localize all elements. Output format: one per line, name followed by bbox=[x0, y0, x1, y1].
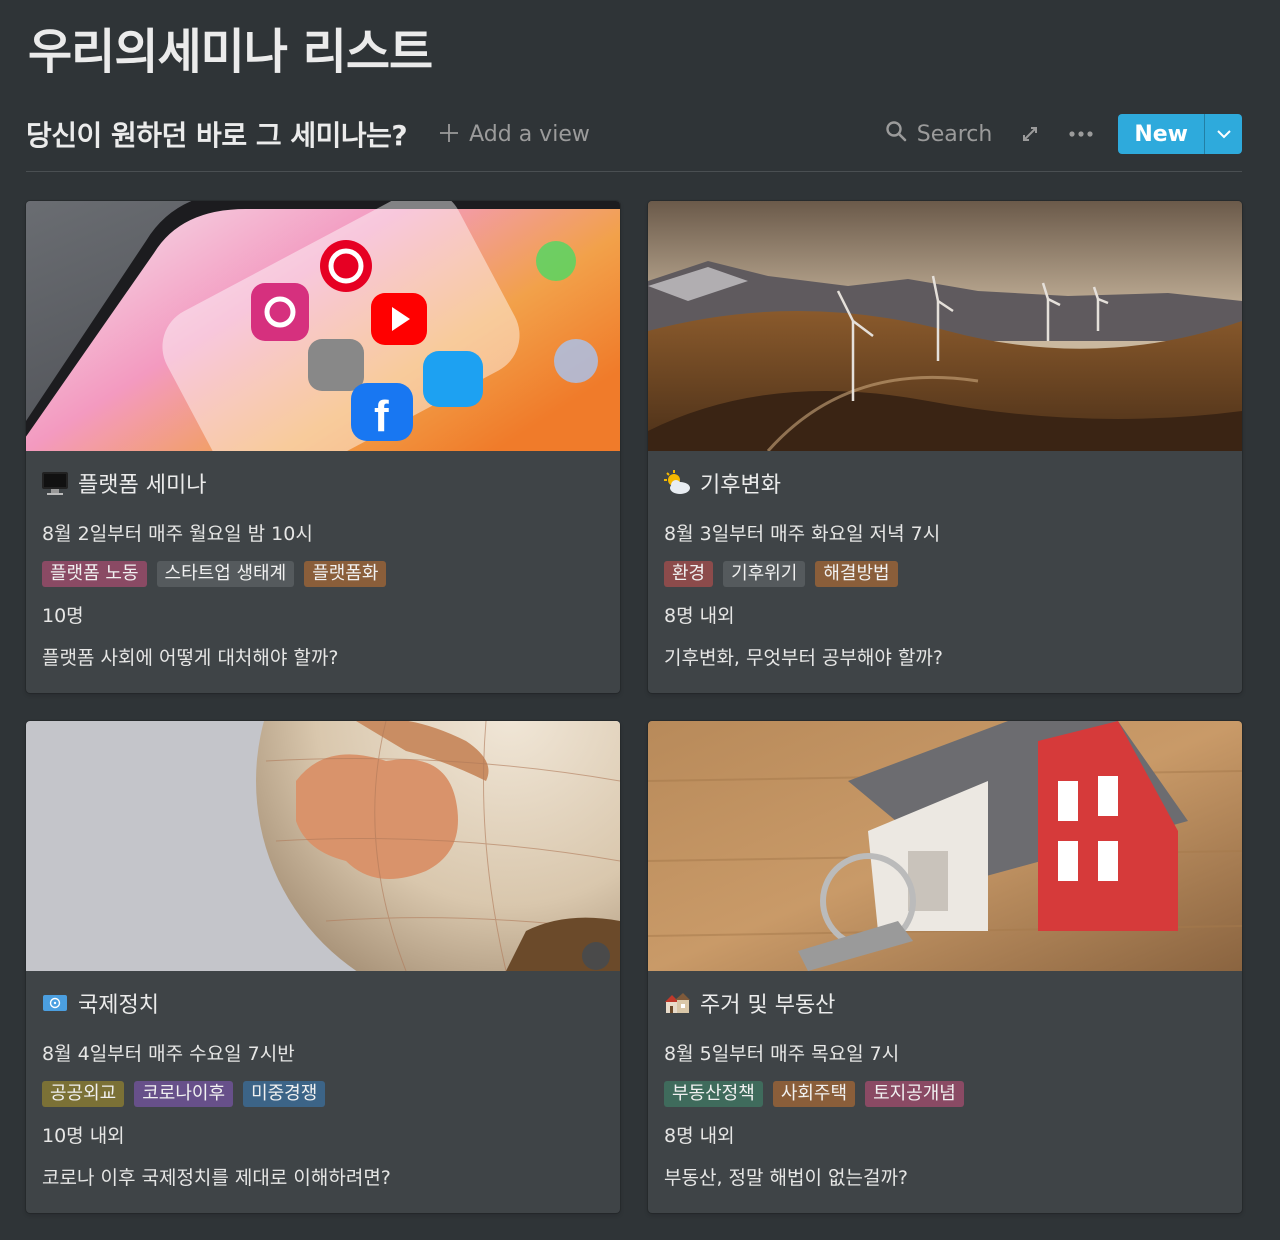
view-title[interactable]: 당신이 원하던 바로 그 세미나는? bbox=[26, 114, 408, 154]
plus-icon bbox=[439, 120, 459, 148]
search-label: Search bbox=[916, 121, 993, 147]
tag: 기후위기 bbox=[723, 561, 806, 587]
tag: 부동산정책 bbox=[664, 1081, 763, 1107]
card-schedule: 8월 3일부터 매주 화요일 저녁 7시 bbox=[664, 523, 941, 545]
card-question: 플랫폼 사회에 어떻게 대처해야 할까? bbox=[42, 647, 339, 669]
card-title[interactable]: 국제정치 bbox=[40, 987, 159, 1019]
card-question: 부동산, 정말 해법이 없는걸까? bbox=[664, 1167, 909, 1189]
tag: 플랫폼 노동 bbox=[42, 561, 147, 587]
card-tags: 플랫폼 노동 스타트업 생태계 플랫폼화 bbox=[42, 561, 387, 587]
tag: 스타트업 생태계 bbox=[156, 561, 295, 587]
card-cover-image bbox=[648, 721, 1242, 971]
gallery-card[interactable]: 주거 및 부동산 8월 5일부터 매주 목요일 7시 부동산정책 사회주택 토지… bbox=[648, 721, 1242, 1213]
new-button-label[interactable]: New bbox=[1118, 114, 1204, 154]
card-tags: 공공외교 코로나이후 미중경쟁 bbox=[42, 1081, 326, 1107]
tag: 환경 bbox=[664, 561, 714, 587]
page-title: 우리의세미나 리스트 bbox=[28, 24, 433, 80]
add-view-label: Add a view bbox=[469, 121, 590, 147]
card-title-text: 플랫폼 세미나 bbox=[78, 473, 207, 498]
card-participant-count: 8명 내외 bbox=[664, 1125, 735, 1147]
tag: 토지공개념 bbox=[865, 1081, 964, 1107]
expand-icon[interactable] bbox=[1020, 124, 1040, 144]
more-options-icon[interactable] bbox=[1068, 130, 1094, 138]
card-cover-image bbox=[26, 721, 620, 971]
gallery-card[interactable]: 기후변화 8월 3일부터 매주 화요일 저녁 7시 환경 기후위기 해결방법 8… bbox=[648, 201, 1242, 693]
card-tags: 환경 기후위기 해결방법 bbox=[664, 561, 898, 587]
card-question: 코로나 이후 국제정치를 제대로 이해하려면? bbox=[42, 1167, 391, 1189]
card-participant-count: 8명 내외 bbox=[664, 605, 735, 627]
svg-text:f: f bbox=[374, 392, 389, 441]
card-title[interactable]: 기후변화 bbox=[662, 467, 781, 499]
toolbar-divider bbox=[26, 171, 1242, 172]
gallery-card[interactable]: 국제정치 8월 4일부터 매주 수요일 7시반 공공외교 코로나이후 미중경쟁 … bbox=[26, 721, 620, 1213]
search-button[interactable]: Search bbox=[885, 120, 993, 148]
card-schedule: 8월 2일부터 매주 월요일 밤 10시 bbox=[42, 523, 313, 545]
card-title-text: 주거 및 부동산 bbox=[700, 993, 836, 1018]
tag: 사회주택 bbox=[772, 1081, 856, 1107]
card-title[interactable]: 플랫폼 세미나 bbox=[40, 467, 206, 499]
card-schedule: 8월 5일부터 매주 목요일 7시 bbox=[664, 1043, 900, 1065]
chevron-down-icon[interactable] bbox=[1204, 114, 1242, 154]
search-icon bbox=[885, 120, 907, 148]
card-title-text: 국제정치 bbox=[78, 993, 159, 1018]
gallery-card[interactable]: f 플랫폼 세미나 8월 2일부터 매주 월요일 밤 10시 플랫폼 노동 스타… bbox=[26, 201, 620, 693]
card-participant-count: 10명 bbox=[42, 605, 84, 627]
tag: 공공외교 bbox=[42, 1081, 125, 1107]
tag: 해결방법 bbox=[815, 561, 898, 587]
add-view-button[interactable]: Add a view bbox=[439, 120, 590, 148]
sun-behind-cloud-icon bbox=[662, 468, 692, 498]
tag: 미중경쟁 bbox=[243, 1081, 326, 1107]
houses-icon bbox=[662, 988, 692, 1018]
card-schedule: 8월 4일부터 매주 수요일 7시반 bbox=[42, 1043, 295, 1065]
card-title[interactable]: 주거 및 부동산 bbox=[662, 987, 835, 1019]
card-cover-image: f bbox=[26, 201, 620, 451]
desktop-computer-icon bbox=[40, 468, 70, 498]
card-tags: 부동산정책 사회주택 토지공개념 bbox=[664, 1081, 964, 1107]
view-toolbar: 당신이 원하던 바로 그 세미나는? Add a view Search New bbox=[26, 108, 1242, 160]
new-button[interactable]: New bbox=[1118, 114, 1242, 154]
card-cover-image bbox=[648, 201, 1242, 451]
united-nations-flag-icon bbox=[40, 988, 70, 1018]
card-title-text: 기후변화 bbox=[700, 473, 781, 498]
card-question: 기후변화, 무엇부터 공부해야 할까? bbox=[664, 647, 943, 669]
card-participant-count: 10명 내외 bbox=[42, 1125, 125, 1147]
tag: 코로나이후 bbox=[134, 1081, 234, 1107]
tag: 플랫폼화 bbox=[304, 561, 387, 587]
